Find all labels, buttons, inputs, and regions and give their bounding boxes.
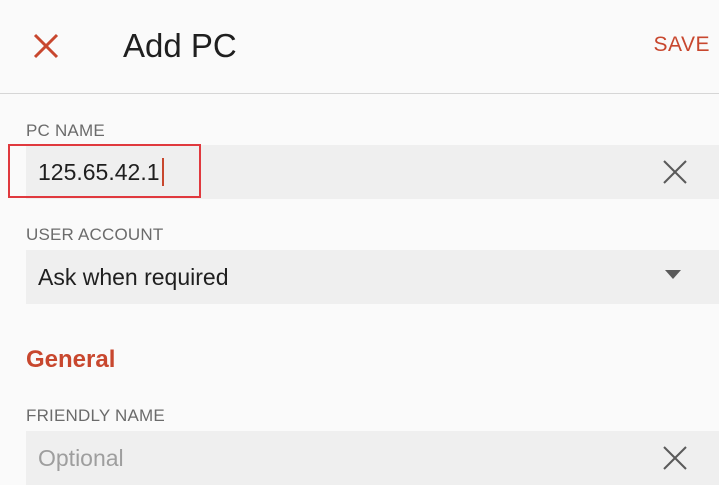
clear-icon bbox=[663, 160, 687, 184]
friendly-name-placeholder: Optional bbox=[38, 445, 124, 471]
close-icon bbox=[33, 33, 59, 59]
friendly-name-label: FRIENDLY NAME bbox=[26, 406, 165, 425]
user-account-dropdown[interactable]: Ask when required bbox=[26, 250, 719, 304]
text-cursor bbox=[161, 158, 164, 186]
friendly-name-input[interactable]: Optional bbox=[26, 431, 719, 485]
user-account-value: Ask when required bbox=[38, 264, 229, 290]
app-bar: Add PC SAVE bbox=[0, 0, 719, 94]
clear-icon bbox=[663, 446, 687, 470]
user-account-label: USER ACCOUNT bbox=[26, 225, 164, 244]
pc-name-label: PC NAME bbox=[26, 121, 105, 140]
save-button[interactable]: SAVE bbox=[654, 30, 710, 60]
close-button[interactable] bbox=[22, 22, 70, 70]
dropdown-arrow-icon bbox=[665, 270, 681, 279]
pc-name-input[interactable]: 125.65.42.1 bbox=[26, 145, 719, 199]
page-title: Add PC bbox=[123, 27, 237, 64]
section-heading-general: General bbox=[26, 346, 116, 373]
friendly-name-clear-button[interactable] bbox=[661, 444, 689, 472]
pc-name-value-wrap: 125.65.42.1 bbox=[38, 156, 164, 188]
pc-name-clear-button[interactable] bbox=[661, 158, 689, 186]
pc-name-value: 125.65.42.1 bbox=[38, 159, 160, 185]
